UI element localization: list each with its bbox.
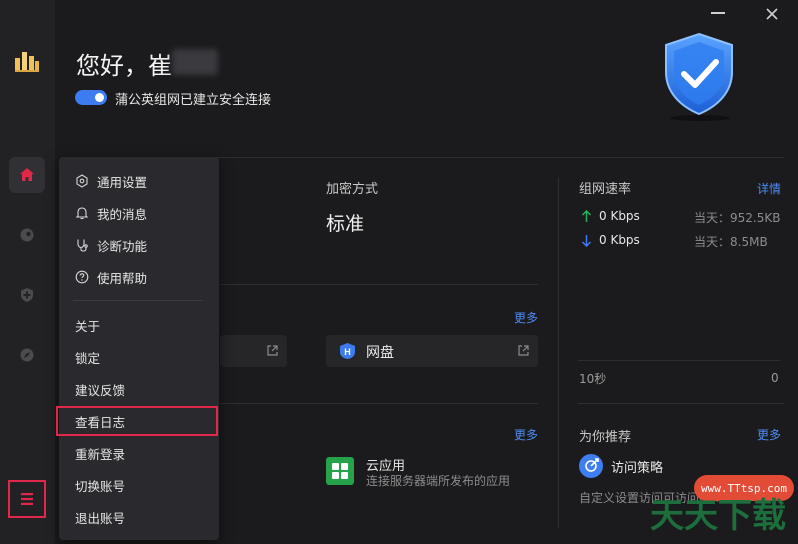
recommend-more-link[interactable]: 更多 [757,426,781,443]
menu-item-label: 查看日志 [75,414,126,430]
network-icon [20,228,34,242]
menu-item-label: 关于 [75,318,101,334]
menu-item-help[interactable]: 使用帮助 [59,263,219,291]
nav-network[interactable] [9,217,45,253]
menu-item-logout[interactable]: 退出账号 [59,503,219,531]
menu-item-label: 建议反馈 [75,382,126,398]
external-link-icon [518,345,529,356]
encryption-value: 标准 [326,213,365,235]
main-menu-popup: 通用设置 我的消息 诊断功能 使用帮助 关于 锁定 建议反馈 查看日志 重新登录… [56,157,219,540]
recommend-label: 为你推荐 [579,430,632,445]
compass-icon [20,348,34,362]
download-speed: 0 Kbps [599,233,640,247]
bell-icon [75,207,89,220]
speed-label: 组网速率 [579,182,632,197]
menu-item-label: 退出账号 [75,510,126,526]
connection-toggle[interactable] [75,90,107,105]
settings-icon [76,174,88,188]
menu-item-label: 通用设置 [97,174,148,190]
nav-home[interactable] [9,157,45,193]
cloud-app-icon [326,457,354,485]
menu-item-lock[interactable]: 锁定 [59,343,219,371]
menu-item-label: 我的消息 [97,206,148,222]
menu-item-label: 使用帮助 [97,270,148,286]
menu-item-label: 锁定 [75,350,101,366]
chart-axis-right: 0 [771,371,779,385]
menu-item-label: 重新登录 [75,446,126,462]
menu-item-general-settings[interactable]: 通用设置 [59,167,219,195]
menu-item-relogin[interactable]: 重新登录 [59,439,219,467]
menu-item-view-logs[interactable]: 查看日志 [56,406,219,436]
minimize-button[interactable] [711,12,725,14]
external-link-icon [267,345,278,356]
shield-check-icon [665,32,733,121]
netdisk-icon: H [340,343,355,359]
shield-plus-icon [21,288,33,302]
chart-axis-left: 10秒 [579,372,607,386]
menu-divider [73,300,203,301]
stethoscope-icon [77,239,88,252]
encryption-label: 加密方式 [326,182,379,197]
section-divider [220,403,538,404]
access-policy-icon [579,454,603,478]
resource-card-hidden[interactable] [220,335,287,367]
netdisk-card[interactable]: H 网盘 [326,335,538,367]
column-divider [558,178,559,528]
nav-discover[interactable] [9,337,45,373]
menu-item-diagnostics[interactable]: 诊断功能 [59,231,219,259]
access-policy-title[interactable]: 访问策略 [611,457,663,476]
menu-item-messages[interactable]: 我的消息 [59,199,219,227]
menu-item-label: 诊断功能 [97,238,148,254]
home-icon [20,168,34,181]
menu-icon [21,493,33,505]
menu-item-label: 切换账号 [75,478,126,494]
download-arrow-icon [581,235,592,247]
menu-item-about[interactable]: 关于 [59,311,219,339]
netdisk-label: 网盘 [366,345,394,361]
apps-more-link[interactable]: 更多 [514,426,538,443]
upload-arrow-icon [581,210,592,222]
main-menu-button[interactable] [8,480,46,518]
resources-more-link[interactable]: 更多 [514,309,538,326]
speed-chart-baseline [578,360,780,361]
connection-status: 蒲公英组网已建立安全连接 [115,93,272,108]
menu-item-switch-account[interactable]: 切换账号 [59,471,219,499]
close-icon[interactable] [762,4,782,24]
help-icon [75,270,89,284]
upload-speed: 0 Kbps [599,209,640,223]
nav-security[interactable] [9,277,45,313]
speed-details-link[interactable]: 详情 [757,180,781,197]
watermark-text: 天天下载 [650,496,786,536]
upload-today: 当天：952.5KB [694,211,781,225]
cloud-app-desc: 连接服务器端所发布的应用 [366,474,511,488]
section-divider [578,403,784,404]
section-divider [220,284,538,285]
menu-item-feedback[interactable]: 建议反馈 [59,375,219,403]
download-today: 当天：8.5MB [694,235,768,249]
svg-text:H: H [344,347,351,357]
sidebar [0,0,55,544]
app-logo-icon [15,52,39,72]
blurred-username [172,49,218,75]
greeting-title: 您好，崔 [76,52,172,80]
